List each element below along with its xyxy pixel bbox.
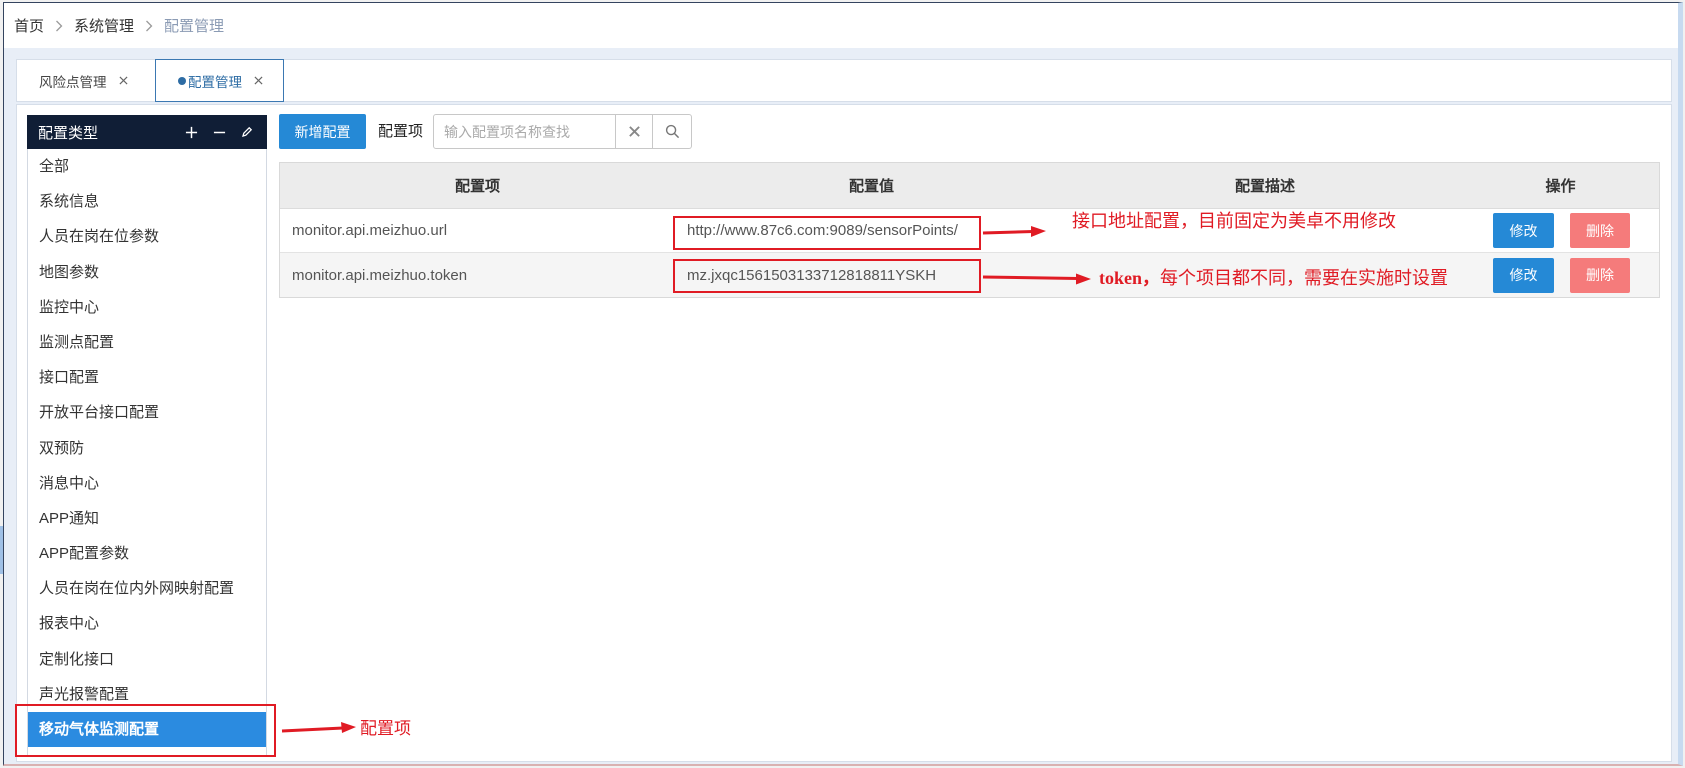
- active-dot-icon: [178, 76, 186, 85]
- sidebar-item-dual-prevention[interactable]: 双预防: [28, 431, 266, 466]
- chevron-right-icon: [55, 20, 63, 32]
- annotation-sidebar-note: 配置项: [360, 719, 411, 739]
- sidebar-item-system-info[interactable]: 系统信息: [28, 184, 266, 219]
- sidebar-item-monitoring-point-config[interactable]: 监测点配置: [28, 325, 266, 360]
- search-label: 配置项: [378, 123, 424, 140]
- annotation-token-note: token，每个项目都不同，需要在实施时设置: [1099, 267, 1448, 290]
- delete-button[interactable]: 删除: [1570, 257, 1630, 293]
- sidebar-item-monitoring-center[interactable]: 监控中心: [28, 290, 266, 325]
- add-config-button[interactable]: 新增配置: [279, 114, 366, 149]
- sidebar-header: 配置类型: [27, 115, 267, 149]
- sidebar-item-report-center[interactable]: 报表中心: [28, 606, 266, 641]
- search-icon: [665, 124, 680, 139]
- sidebar-item-app-config-params[interactable]: APP配置参数: [28, 536, 266, 571]
- sidebar-item-all[interactable]: 全部: [28, 149, 266, 184]
- close-icon[interactable]: [254, 76, 263, 85]
- search-group: [433, 114, 692, 149]
- column-header-key: 配置项: [454, 178, 500, 195]
- column-header-value: 配置值: [848, 178, 894, 195]
- cell-actions: 修改 删除: [1462, 209, 1659, 252]
- cell-actions: 修改 删除: [1462, 253, 1659, 297]
- plus-icon[interactable]: [183, 124, 199, 140]
- sidebar-item-open-platform-interface-config[interactable]: 开放平台接口配置: [28, 395, 266, 430]
- sidebar-item-custom-interface[interactable]: 定制化接口: [28, 642, 266, 677]
- sidebar-item-personnel-network-mapping-config[interactable]: 人员在岗在位内外网映射配置: [28, 571, 266, 606]
- minus-icon[interactable]: [211, 124, 227, 140]
- chevron-right-icon: [145, 20, 153, 32]
- sidebar-item-message-center[interactable]: 消息中心: [28, 466, 266, 501]
- cell-config-key: monitor.api.meizhuo.url: [292, 222, 448, 239]
- breadcrumb-home[interactable]: 首页: [14, 15, 44, 36]
- tab-label: 风险点管理: [39, 74, 107, 90]
- annotation-url-note: 接口地址配置，目前固定为美卓不用修改: [1072, 211, 1396, 232]
- table-header: 配置项 配置值 配置描述 操作: [280, 163, 1659, 209]
- breadcrumb-system-management[interactable]: 系统管理: [74, 15, 134, 36]
- search-input[interactable]: [433, 114, 616, 149]
- annotation-token-note-text: 每个项目都不同，需要在实施时设置: [1160, 268, 1449, 289]
- annotation-box-url-value: [673, 216, 981, 250]
- close-icon[interactable]: [118, 76, 128, 85]
- cell-config-key: monitor.api.meizhuo.token: [292, 266, 468, 284]
- delete-button[interactable]: 删除: [1570, 213, 1630, 248]
- annotation-box-token-value: [673, 259, 981, 293]
- sidebar-item-interface-config[interactable]: 接口配置: [28, 360, 266, 395]
- search-button[interactable]: [653, 114, 692, 149]
- sidebar-title: 配置类型: [38, 124, 99, 142]
- pencil-icon[interactable]: [239, 124, 255, 140]
- sidebar-item-app-notification[interactable]: APP通知: [28, 501, 266, 536]
- tab-bar: 风险点管理 配置管理: [16, 59, 1672, 102]
- tab-config-management[interactable]: 配置管理: [155, 59, 284, 102]
- edit-button[interactable]: 修改: [1493, 213, 1554, 248]
- sidebar-item-map-params[interactable]: 地图参数: [28, 255, 266, 290]
- column-header-description: 配置描述: [1234, 178, 1295, 195]
- breadcrumb: 首页 系统管理 配置管理: [4, 3, 1678, 48]
- sidebar-item-personnel-presence-params[interactable]: 人员在岗在位参数: [28, 219, 266, 254]
- annotation-token-note-bold: token，: [1099, 268, 1161, 288]
- clear-search-button[interactable]: [616, 114, 653, 149]
- edit-button[interactable]: 修改: [1493, 257, 1554, 293]
- column-header-actions: 操作: [1545, 178, 1576, 195]
- config-type-list: 全部 系统信息 人员在岗在位参数 地图参数 监控中心 监测点配置 接口配置 开放…: [27, 149, 267, 756]
- tab-label: 配置管理: [188, 74, 242, 90]
- clear-icon: [628, 125, 641, 138]
- annotation-box-selected-item: [15, 704, 276, 757]
- tab-risk-point-management[interactable]: 风险点管理: [17, 60, 155, 101]
- breadcrumb-current: 配置管理: [164, 18, 225, 35]
- window-edge-marker: [0, 526, 3, 574]
